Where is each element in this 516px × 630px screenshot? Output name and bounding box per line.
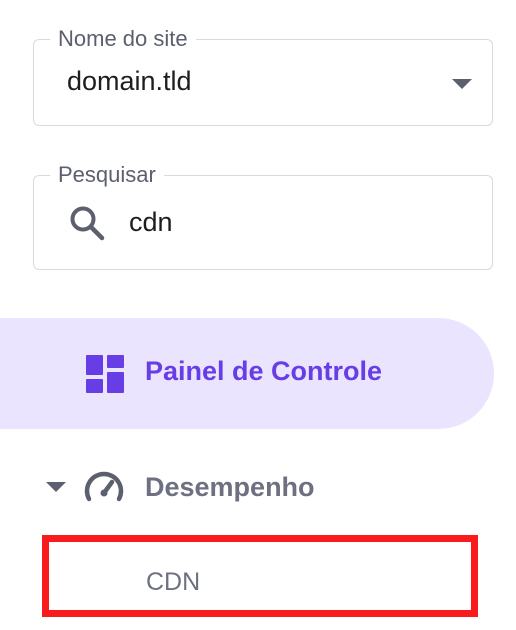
search-input[interactable]: Pesquisar cdn xyxy=(33,162,493,270)
chevron-down-icon[interactable] xyxy=(46,482,66,492)
chevron-down-icon[interactable] xyxy=(452,79,472,89)
nav-item-cdn-label: CDN xyxy=(146,568,201,596)
nav-item-performance[interactable]: Desempenho xyxy=(0,455,494,517)
site-name-select[interactable]: Nome do site domain.tld xyxy=(33,26,493,126)
site-name-value: domain.tld xyxy=(67,66,192,96)
site-name-label: Nome do site xyxy=(50,26,196,52)
search-label: Pesquisar xyxy=(50,162,164,188)
nav-item-dashboard[interactable]: Painel de Controle xyxy=(0,318,494,429)
nav-item-performance-label: Desempenho xyxy=(145,472,315,502)
search-value: cdn xyxy=(129,207,173,237)
nav-item-dashboard-label: Painel de Controle xyxy=(145,356,383,386)
nav-item-cdn[interactable]: CDN xyxy=(42,535,478,617)
grid-icon xyxy=(86,355,124,393)
gauge-icon xyxy=(84,471,124,502)
search-icon xyxy=(70,206,105,241)
